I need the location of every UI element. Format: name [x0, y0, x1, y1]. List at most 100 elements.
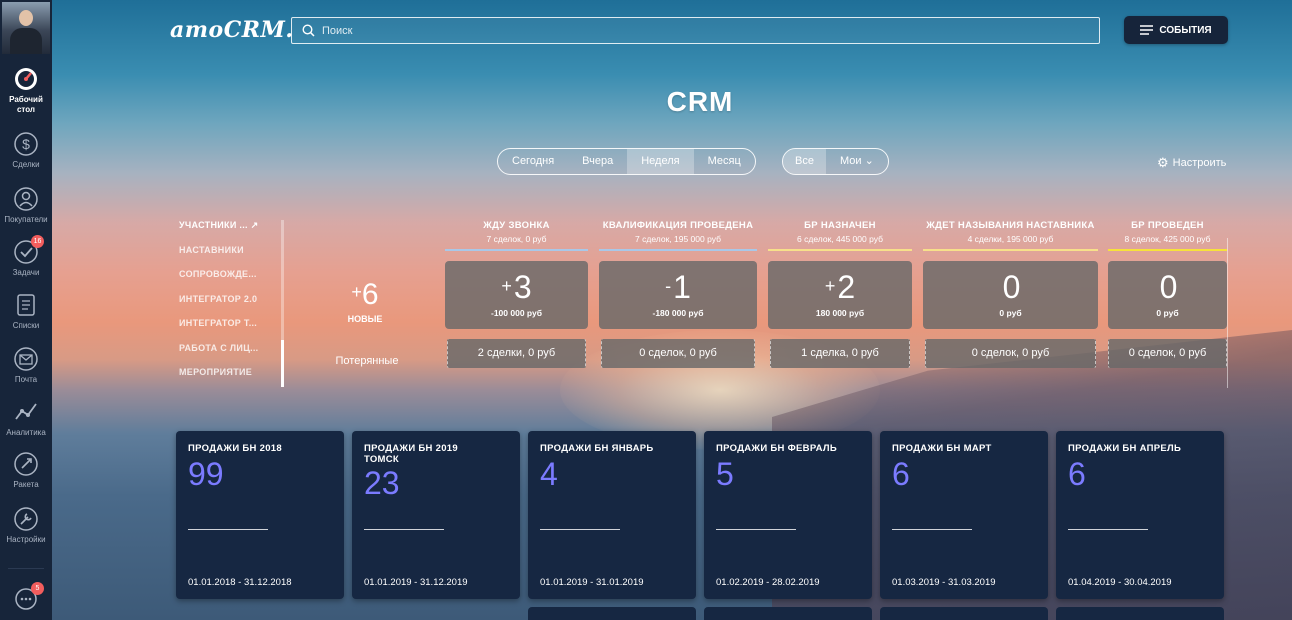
pipeline-item[interactable]: РАБОТА С ЛИЦ... [179, 343, 284, 368]
sidebar-item-label: Настройки [6, 535, 46, 544]
pipeline-item[interactable]: УЧАСТНИКИ ... ↗ [179, 220, 284, 245]
sidebar-item-settings[interactable]: Настройки [0, 506, 52, 545]
widget-card[interactable]: ПРОДАЖИ БН ЯНВАРЬ 4 01.01.2019 - 31.01.2… [528, 431, 696, 599]
rocket-icon [14, 452, 38, 476]
widget-dates: 01.02.2019 - 28.02.2019 [716, 577, 820, 588]
stage-card[interactable]: -1 -180 000 руб [599, 261, 757, 329]
app-logo[interactable]: amoCRM. [170, 17, 294, 43]
sidebar-item-deals[interactable]: $ Сделки [0, 131, 52, 170]
pipeline-item[interactable]: ИНТЕГРАТОР Т... [179, 318, 284, 343]
stage-card[interactable]: +3 -100 000 руб [445, 261, 588, 329]
widget-title: ПРОДАЖИ БН 2019 ТОМСК [364, 443, 458, 465]
stage-value: 0 [1159, 269, 1178, 305]
sidebar-item-rocket[interactable]: Ракета [0, 451, 52, 490]
stage-name: ЖДЕТ НАЗЫВАНИЯ НАСТАВНИКА [926, 220, 1095, 231]
widget-divider [716, 529, 796, 530]
period-month[interactable]: Месяц [694, 149, 755, 174]
widget-card-partial[interactable] [880, 607, 1048, 620]
analytics-icon [15, 403, 37, 420]
stage-color-bar [445, 249, 588, 251]
pipeline-list: УЧАСТНИКИ ... ↗ НАСТАВНИКИ СОПРОВОЖДЕ...… [179, 220, 284, 392]
sidebar-item-chats[interactable]: 5 [0, 582, 52, 615]
events-button[interactable]: СОБЫТИЯ [1124, 16, 1228, 44]
pipeline-item[interactable]: ИНТЕГРАТОР 2.0 [179, 294, 284, 319]
stage-card[interactable]: 0 0 руб [1108, 261, 1227, 329]
pipeline-item[interactable]: МЕРОПРИЯТИЕ [179, 367, 284, 392]
widget-card[interactable]: ПРОДАЖИ БН АПРЕЛЬ 6 01.04.2019 - 30.04.2… [1056, 431, 1224, 599]
external-link-icon[interactable]: ↗ [251, 220, 259, 230]
stage-column: ЖДУ ЗВОНКА 7 сделок, 0 руб +3 -100 000 р… [445, 220, 588, 368]
sidebar-item-lists[interactable]: Списки [0, 292, 52, 331]
stage-meta: 7 сделок, 195 000 руб [635, 234, 721, 244]
widget-card[interactable]: ПРОДАЖИ БН ФЕВРАЛЬ 5 01.02.2019 - 28.02.… [704, 431, 872, 599]
new-sign: + [351, 282, 362, 302]
widget-card[interactable]: ПРОДАЖИ БН МАРТ 6 01.03.2019 - 31.03.201… [880, 431, 1048, 599]
widget-dates: 01.01.2019 - 31.12.2019 [364, 577, 468, 588]
widget-dates: 01.01.2018 - 31.12.2018 [188, 577, 292, 588]
stage-value: 2 [837, 269, 856, 305]
owner-mine-label: Мои [839, 155, 862, 167]
stage-money: -100 000 руб [491, 308, 542, 318]
widget-dates: 01.01.2019 - 31.01.2019 [540, 577, 644, 588]
widget-card-partial[interactable] [528, 607, 696, 620]
stage-lost[interactable]: 0 сделок, 0 руб [601, 339, 755, 368]
widget-dates: 01.03.2019 - 31.03.2019 [892, 577, 996, 588]
stage-lost[interactable]: 2 сделки, 0 руб [447, 339, 586, 368]
stage-lost[interactable]: 0 сделок, 0 руб [925, 339, 1096, 368]
sidebar-divider [8, 568, 44, 569]
new-deals-summary[interactable]: +6 НОВЫЕ [320, 278, 410, 324]
stage-column: КВАЛИФИКАЦИЯ ПРОВЕДЕНА 7 сделок, 195 000… [599, 220, 757, 368]
customers-icon [14, 187, 38, 211]
stage-card[interactable]: +2 180 000 руб [768, 261, 912, 329]
stage-card[interactable]: 0 0 руб [923, 261, 1098, 329]
pipeline-item[interactable]: СОПРОВОЖДЕ... [179, 269, 284, 294]
stage-meta: 4 сделки, 195 000 руб [967, 234, 1054, 244]
pipeline-name: УЧАСТНИКИ ... [179, 220, 248, 230]
page-title: CRM [666, 86, 734, 117]
configure-button[interactable]: ⚙ Настроить [1157, 155, 1226, 171]
owner-all[interactable]: Все [783, 149, 826, 174]
pipeline-item[interactable]: НАСТАВНИКИ [179, 245, 284, 270]
stage-money: -180 000 руб [652, 308, 704, 318]
stage-column: БР ПРОВЕДЕН 8 сделок, 425 000 руб 0 0 ру… [1108, 220, 1227, 368]
stage-lost[interactable]: 1 сделка, 0 руб [770, 339, 910, 368]
sidebar-item-label: Сделки [12, 160, 40, 169]
sidebar-item-analytics[interactable]: Аналитика [0, 399, 52, 438]
deals-icon: $ [14, 132, 38, 156]
sidebar-item-label: Задачи [12, 268, 40, 277]
svg-text:$: $ [22, 136, 30, 152]
period-week[interactable]: Неделя [627, 149, 694, 174]
widget-card[interactable]: ПРОДАЖИ БН 2019 ТОМСК 23 01.01.2019 - 31… [352, 431, 520, 599]
sidebar-item-customers[interactable]: Покупатели [0, 186, 52, 225]
search-input[interactable] [322, 18, 1082, 43]
stage-value: 0 [1002, 269, 1021, 305]
stage-money: 0 руб [999, 308, 1022, 318]
widget-card-partial[interactable] [704, 607, 872, 620]
stage-color-bar [599, 249, 757, 251]
widget-value: 5 [716, 456, 734, 492]
sidebar-item-tasks[interactable]: 16 Задачи [0, 235, 52, 278]
widget-card[interactable]: ПРОДАЖИ БН 2018 99 01.01.2018 - 31.12.20… [176, 431, 344, 599]
pipeline-scrollbar[interactable] [281, 220, 284, 387]
widget-divider [188, 529, 268, 530]
settings-icon [14, 507, 38, 531]
sidebar-item-mail[interactable]: Почта [0, 346, 52, 385]
user-avatar[interactable] [2, 2, 50, 54]
stage-lost[interactable]: 0 сделок, 0 руб [1108, 339, 1227, 368]
stage-name: БР ПРОВЕДЕН [1131, 220, 1204, 231]
lists-icon [17, 294, 35, 316]
sidebar-item-label: Списки [12, 321, 40, 330]
stage-column: БР НАЗНАЧЕН 6 сделок, 445 000 руб +2 180… [768, 220, 912, 368]
gear-icon: ⚙ [1157, 155, 1169, 170]
period-yesterday[interactable]: Вчера [568, 149, 627, 174]
search-bar[interactable] [291, 17, 1100, 44]
owner-mine[interactable]: Мои ⌄ [826, 149, 888, 174]
chevron-down-icon: ⌄ [864, 155, 874, 167]
stage-sign: + [501, 276, 512, 296]
sidebar-item-label: Аналитика [6, 428, 46, 437]
scrollbar-thumb[interactable] [281, 340, 284, 387]
stage-meta: 6 сделок, 445 000 руб [797, 234, 883, 244]
period-today[interactable]: Сегодня [498, 149, 568, 174]
widget-card-partial[interactable] [1056, 607, 1224, 620]
stage-money: 180 000 руб [815, 308, 865, 318]
